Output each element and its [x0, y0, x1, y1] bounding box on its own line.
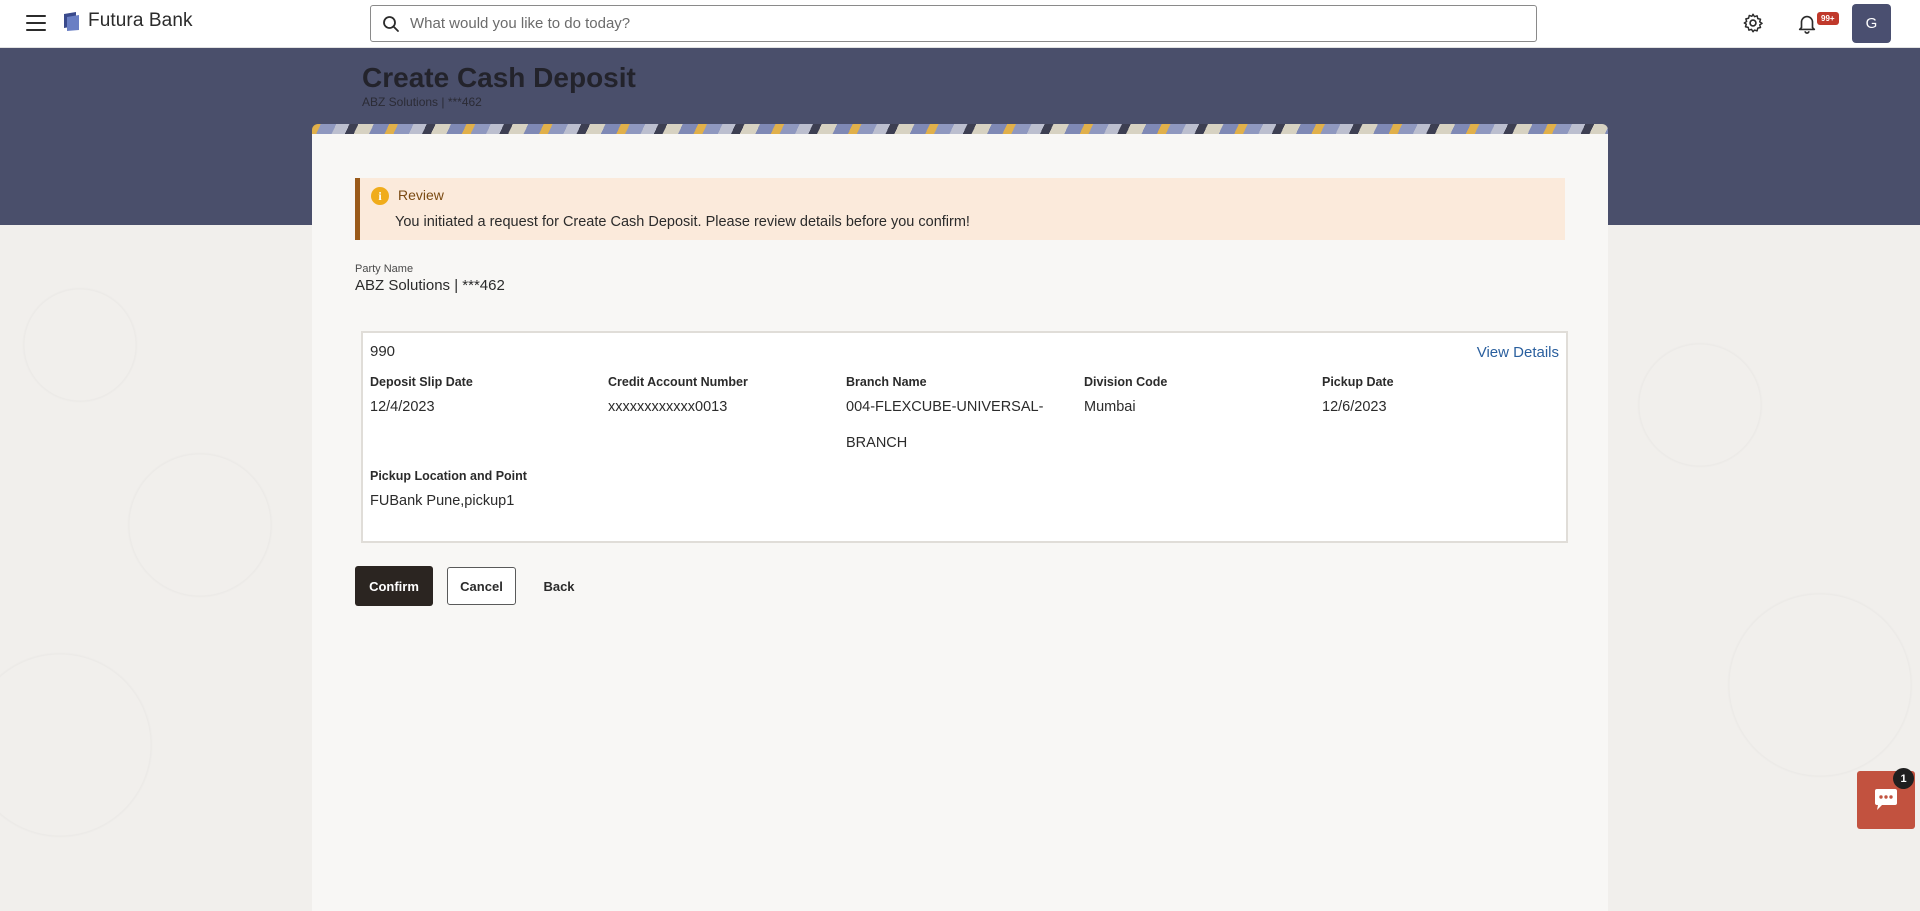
- bank-logo-icon: [64, 11, 79, 31]
- info-icon: i: [371, 187, 389, 205]
- review-alert: i Review You initiated a request for Cre…: [355, 178, 1565, 240]
- search-icon: [383, 15, 399, 32]
- chat-count-badge: 1: [1893, 768, 1914, 789]
- gear-icon[interactable]: [1742, 12, 1764, 34]
- confirm-button[interactable]: Confirm: [355, 566, 433, 606]
- pickup-date-value: 12/6/2023: [1322, 399, 1387, 415]
- notification-bell-icon[interactable]: [1796, 12, 1818, 34]
- menu-icon[interactable]: [26, 15, 46, 31]
- pickup-location-value: FUBank Pune,pickup1: [370, 493, 515, 509]
- search-input[interactable]: [410, 8, 1536, 39]
- division-code-label: Division Code: [1084, 375, 1168, 389]
- deposit-slip-date-value: 12/4/2023: [370, 399, 435, 415]
- decorative-banner-strip: [312, 124, 1608, 134]
- review-message: You initiated a request for Create Cash …: [395, 214, 970, 230]
- pickup-date-label: Pickup Date: [1322, 375, 1394, 389]
- view-details-link[interactable]: View Details: [1477, 344, 1559, 361]
- pickup-location-label: Pickup Location and Point: [370, 469, 527, 483]
- brand-name: Futura Bank: [88, 10, 193, 31]
- credit-account-number-label: Credit Account Number: [608, 375, 748, 389]
- branch-name-value: 004-FLEXCUBE-UNIVERSAL-BRANCH: [846, 399, 1044, 451]
- search-bar[interactable]: [370, 5, 1537, 42]
- back-button[interactable]: Back: [531, 567, 587, 605]
- deposit-slip-date-label: Deposit Slip Date: [370, 375, 473, 389]
- division-code-value: Mumbai: [1084, 399, 1136, 415]
- credit-account-number-value: xxxxxxxxxxxx0013: [608, 399, 728, 415]
- party-name-label: Party Name: [355, 263, 414, 275]
- cancel-button[interactable]: Cancel: [447, 567, 516, 605]
- brand-logo[interactable]: Futura Bank: [61, 10, 193, 32]
- user-avatar[interactable]: G: [1852, 4, 1891, 43]
- chat-icon: [1875, 789, 1897, 810]
- branch-name-label: Branch Name: [846, 375, 927, 389]
- notification-count-badge: 99+: [1817, 12, 1839, 25]
- deposit-detail-card: 990 View Details Deposit Slip Date 12/4/…: [361, 331, 1568, 543]
- top-bar: Futura Bank 99+ G: [0, 0, 1920, 48]
- review-title: Review: [398, 187, 444, 203]
- page-title: Create Cash Deposit: [362, 62, 636, 93]
- party-name-value: ABZ Solutions | ***462: [355, 277, 505, 294]
- deposit-slip-number: 990: [370, 343, 396, 360]
- page-subtitle: ABZ Solutions | ***462: [362, 95, 482, 109]
